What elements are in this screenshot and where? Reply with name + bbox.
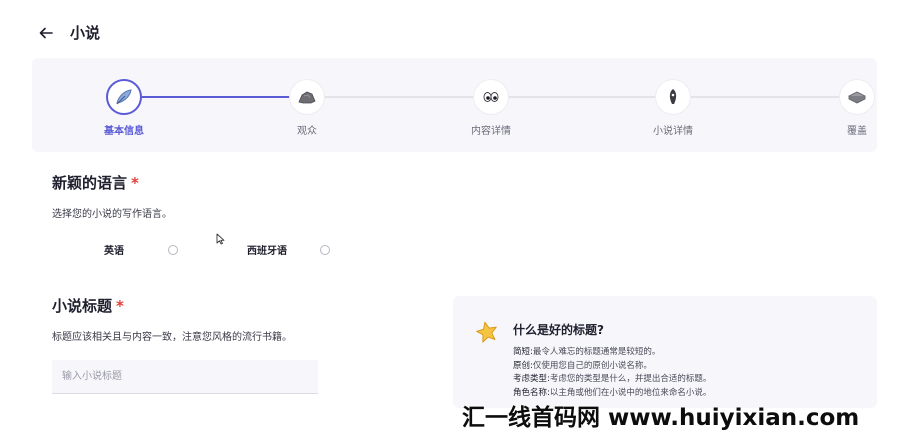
pen-nib-icon xyxy=(669,89,677,104)
step-label: 小说详情 xyxy=(653,126,693,137)
back-button[interactable] xyxy=(36,23,56,43)
step-label: 覆盖 xyxy=(847,126,867,137)
required-mark: * xyxy=(116,297,124,315)
stepper-track-remaining xyxy=(304,96,844,98)
step-label: 观众 xyxy=(297,126,317,137)
novel-title-description: 标题应该相关且与内容一致，注意您风格的流行书籍。 xyxy=(52,332,292,343)
rock-icon xyxy=(298,91,316,104)
novel-title-section-title: 小说标题 * xyxy=(52,297,124,315)
step-basic-info[interactable]: 基本信息 xyxy=(64,79,184,137)
tip-item: 考虑类型:考虑您的类型是什么，并提出合适的标题。 xyxy=(513,374,712,384)
page-header: 小说 xyxy=(36,22,100,43)
arrow-left-icon xyxy=(39,27,53,38)
step-audience[interactable]: 观众 xyxy=(247,79,367,137)
eyes-icon xyxy=(483,92,499,102)
language-option-english[interactable]: 英语 xyxy=(104,242,178,257)
star-icon xyxy=(476,321,497,343)
novel-title-input[interactable] xyxy=(52,360,318,394)
progress-stepper: 基本信息 观众 内容详情 小说详情 覆盖 xyxy=(32,58,877,152)
tip-item: 简短:最令人难忘的标题通常是较短的。 xyxy=(513,347,661,357)
language-option-spanish[interactable]: 西班牙语 xyxy=(247,242,330,257)
step-label: 内容详情 xyxy=(471,126,511,137)
required-mark: * xyxy=(131,174,139,192)
step-label: 基本信息 xyxy=(104,126,144,137)
feather-icon xyxy=(116,89,132,105)
title-tips-card: 什么是好的标题? 简短:最令人难忘的标题通常是较短的。 原创:仅使用您自己的原创… xyxy=(453,296,877,408)
book-stack-icon xyxy=(848,91,866,104)
step-novel-details[interactable]: 小说详情 xyxy=(613,79,733,137)
language-option-label: 英语 xyxy=(104,246,124,257)
language-section-title: 新颖的语言 * xyxy=(52,174,139,192)
radio-spanish[interactable] xyxy=(320,244,330,255)
step-cover[interactable]: 覆盖 xyxy=(797,79,913,137)
radio-english[interactable] xyxy=(168,244,178,255)
tip-item: 原创:仅使用您自己的原创小说名称。 xyxy=(513,360,652,371)
watermark-text: 汇一线首码网 www.huiyixian.com xyxy=(462,405,860,431)
tip-title: 什么是好的标题? xyxy=(513,323,604,337)
language-description: 选择您的小说的写作语言。 xyxy=(52,209,172,220)
tip-list: 简短:最令人难忘的标题通常是较短的。 原创:仅使用您自己的原创小说名称。 考虑类… xyxy=(513,346,711,400)
language-option-label: 西班牙语 xyxy=(247,246,287,257)
mouse-cursor-icon xyxy=(216,233,225,245)
step-content-details[interactable]: 内容详情 xyxy=(431,79,551,137)
page-title: 小说 xyxy=(70,24,101,42)
